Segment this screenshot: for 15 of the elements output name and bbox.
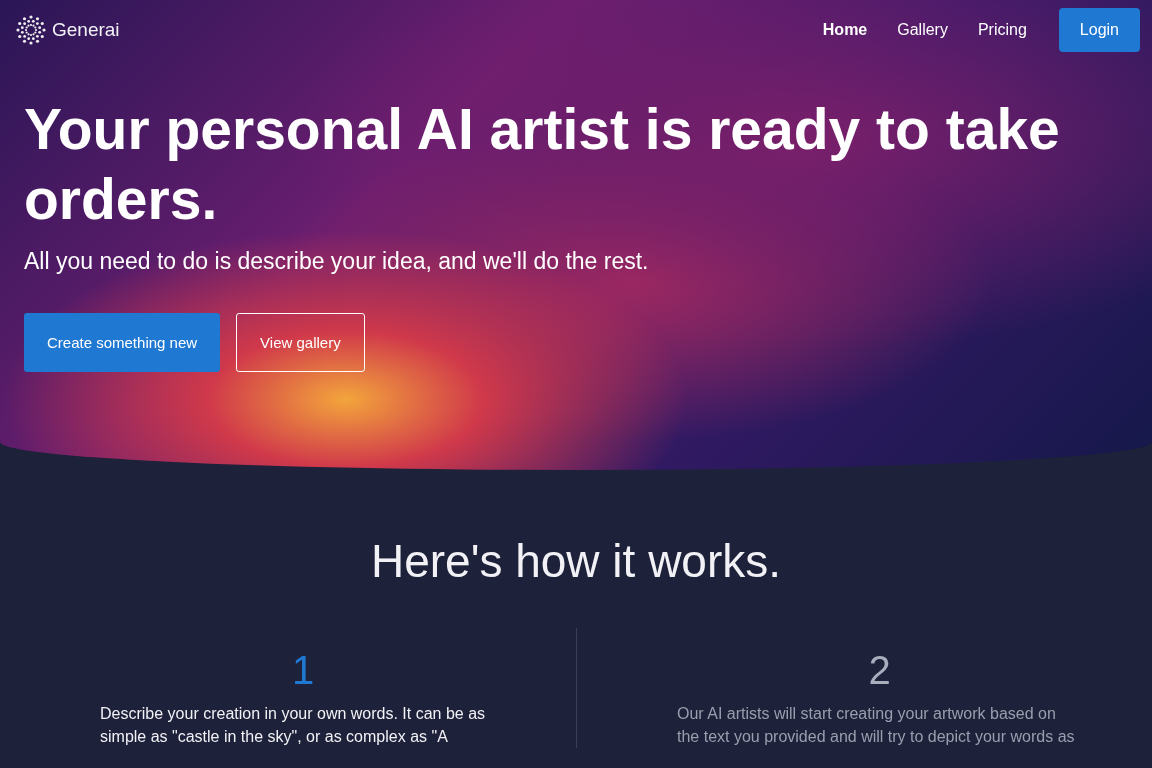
step-description: Describe your creation in your own words. It can be as simple as "castle in the sky", or as complex as "A [100, 704, 487, 747]
step-description: Our AI artists will start creating your artwork based on the text you provided and will try to depict your words as [677, 704, 1076, 747]
hero-title: Your personal AI artist is ready to take orders. [24, 96, 1061, 233]
brand-name: Generai [52, 19, 120, 41]
logo-icon [16, 15, 46, 45]
gallery-button[interactable]: View gallery [236, 313, 365, 372]
create-button[interactable]: Create something new [24, 313, 221, 372]
step-number: 2 [868, 648, 891, 692]
nav-link[interactable]: Pricing [967, 15, 1037, 45]
step-number: 1 [291, 648, 315, 692]
nav-link[interactable]: Gallery [887, 15, 958, 45]
nav-link[interactable]: Home [812, 15, 878, 45]
hero-subtitle: All you need to do is describe your idea, and we'll do the rest. [24, 248, 650, 275]
login-button[interactable]: Login [1058, 8, 1140, 52]
section-title: Here's how it works. [369, 534, 783, 588]
